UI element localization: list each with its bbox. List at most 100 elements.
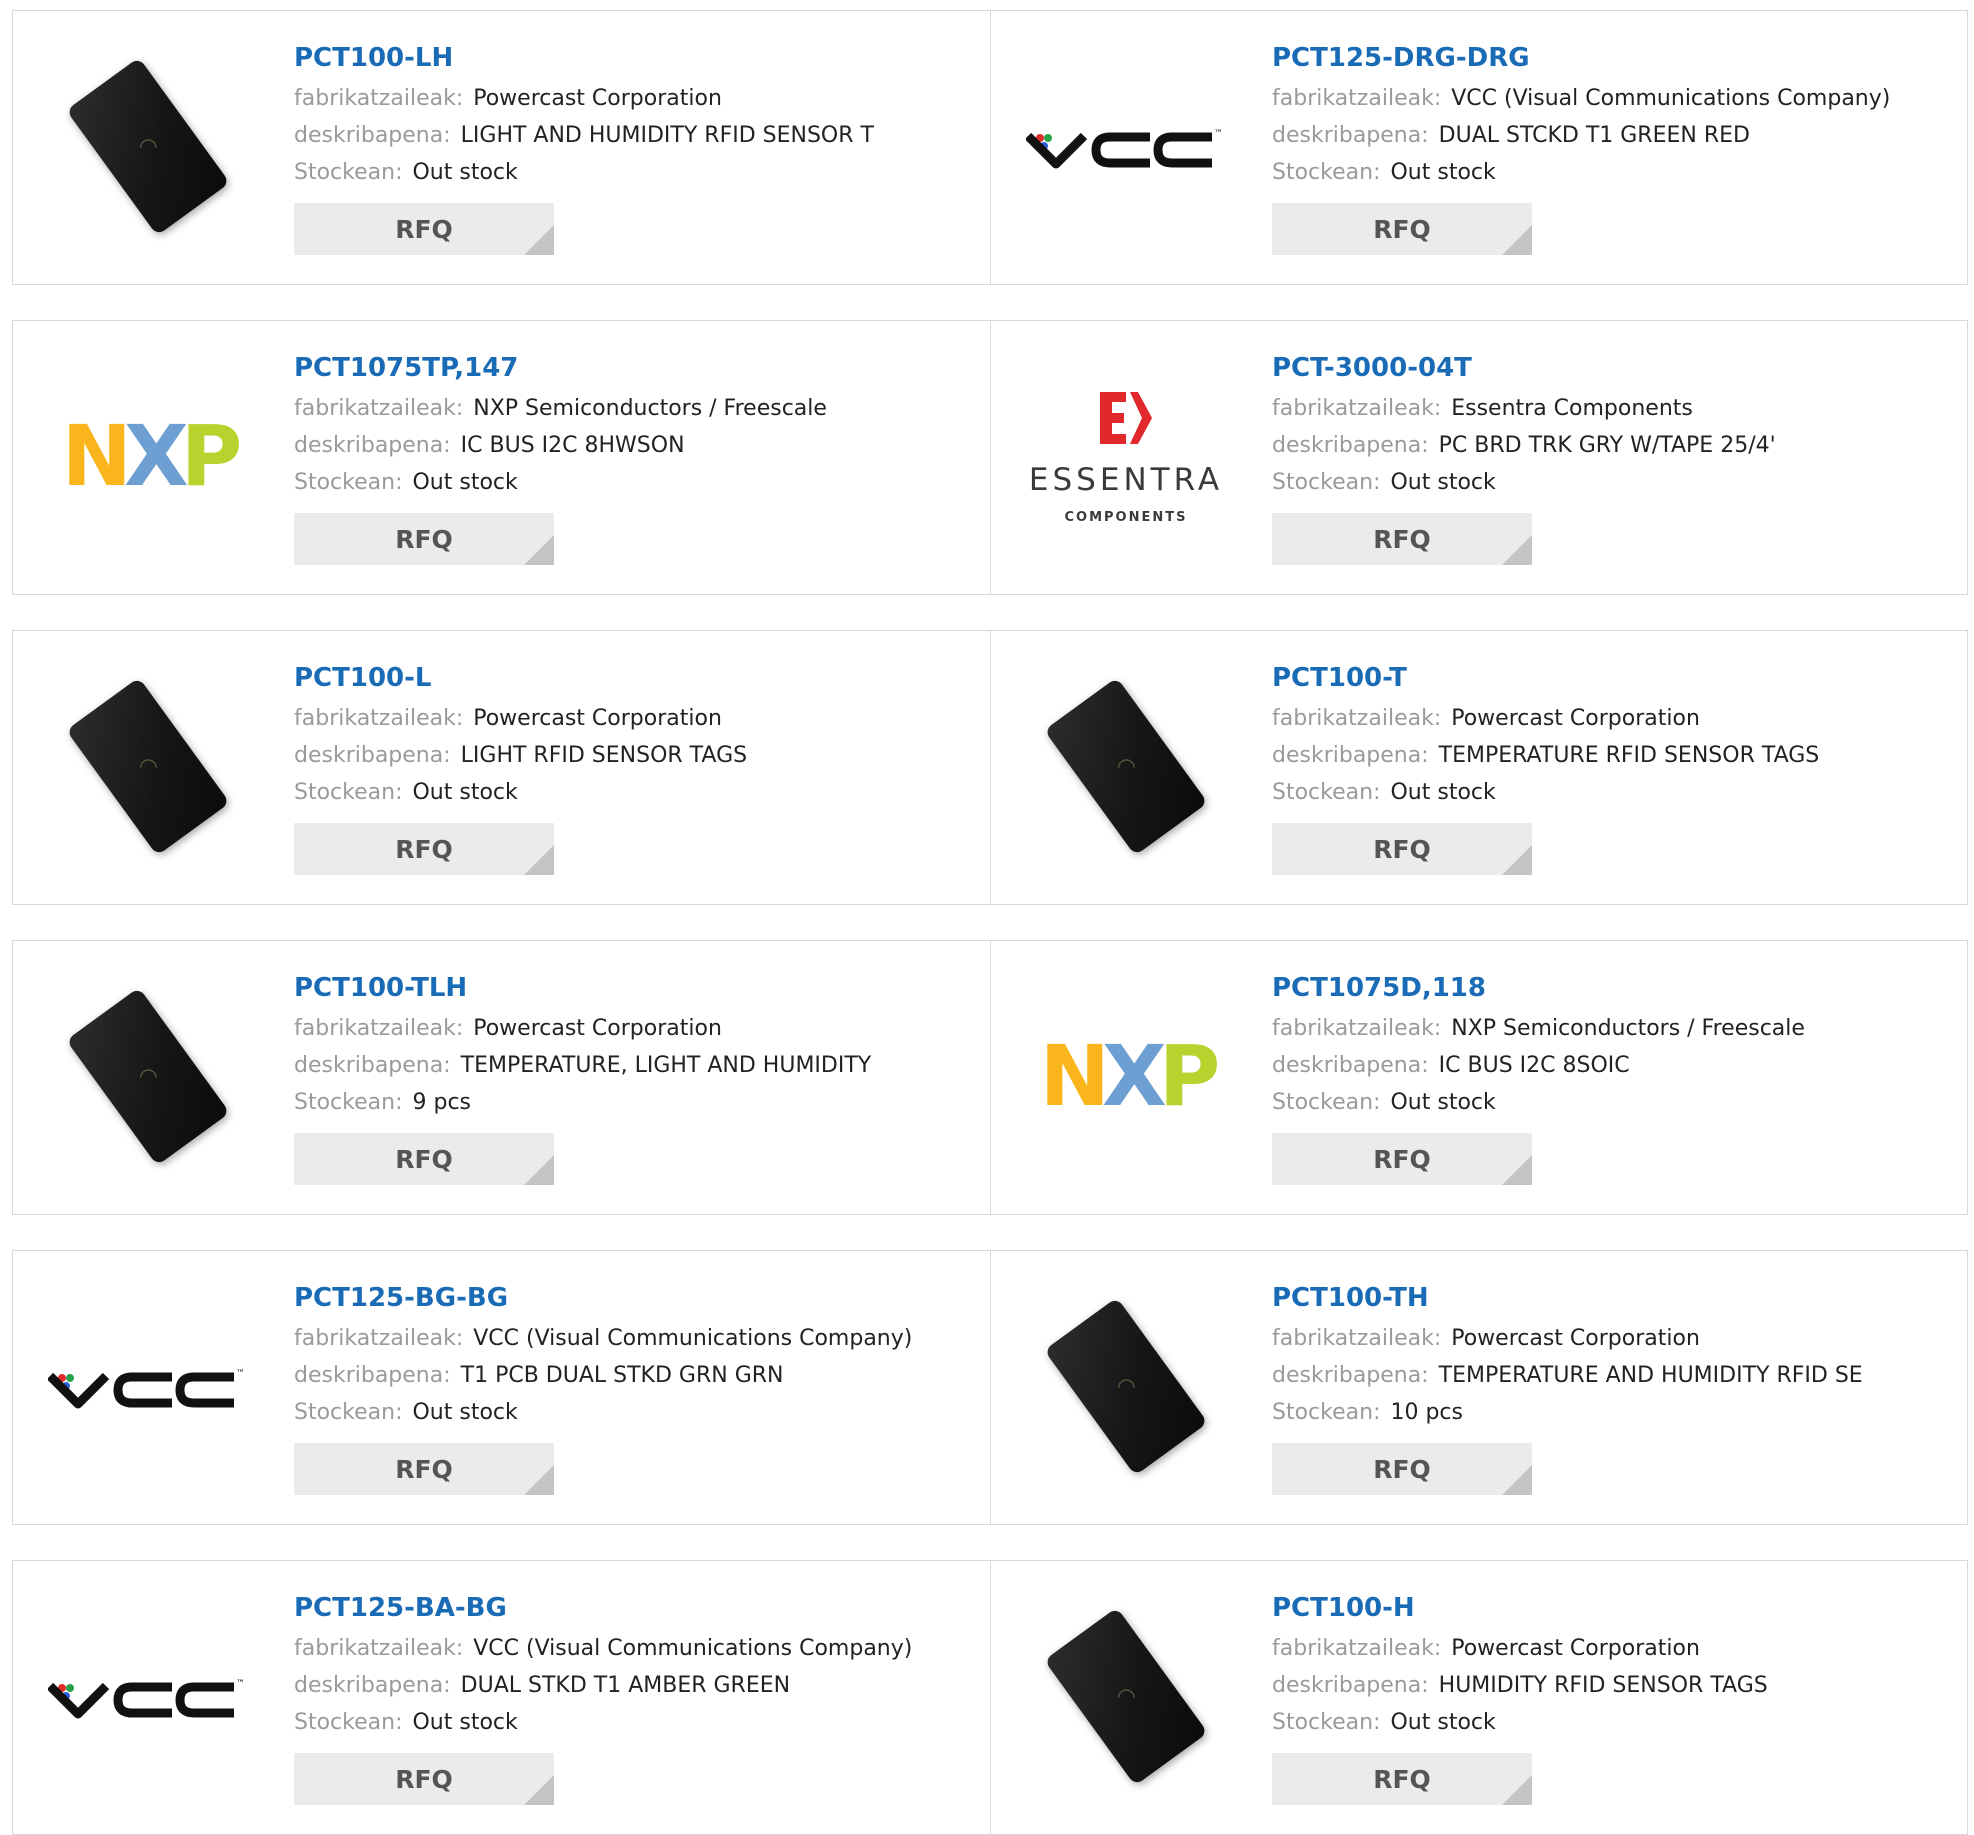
manufacturer-label: fabrikatzaileak:	[294, 1016, 464, 1041]
part-number-link[interactable]: PCT1075TP,147	[294, 351, 974, 385]
part-number-link[interactable]: PCT1075D,118	[1272, 971, 1952, 1005]
rfq-button[interactable]: RFQ	[294, 823, 554, 875]
product-image[interactable]: NXP	[43, 351, 253, 561]
product-image[interactable]: ™	[1021, 41, 1231, 251]
description-label: deskribapena:	[294, 433, 451, 458]
rfq-button[interactable]: RFQ	[294, 1133, 554, 1185]
rfq-button[interactable]: RFQ	[1272, 1753, 1532, 1805]
stock-label: Stockean:	[1272, 780, 1381, 805]
product-image[interactable]: NXP	[1021, 971, 1231, 1181]
product-info: PCT100-TLH fabrikatzaileak: Powercast Cor…	[294, 971, 974, 1185]
rfq-button[interactable]: RFQ	[1272, 513, 1532, 565]
product-card: ◠ PCT100-H fabrikatzaileak: Powercast Cor…	[990, 1561, 1967, 1834]
rfq-button[interactable]: RFQ	[294, 513, 554, 565]
rfq-button[interactable]: RFQ	[294, 203, 554, 255]
corner-triangle-icon	[524, 845, 554, 875]
stock-label: Stockean:	[1272, 1400, 1381, 1425]
rfq-button[interactable]: RFQ	[294, 1443, 554, 1495]
part-number-link[interactable]: PCT100-LH	[294, 41, 974, 75]
rfq-button[interactable]: RFQ	[294, 1753, 554, 1805]
corner-triangle-icon	[1502, 1465, 1532, 1495]
manufacturer-value: VCC (Visual Communications Company)	[473, 1326, 913, 1351]
stock-row: Stockean: Out stock	[1272, 464, 1952, 501]
product-image[interactable]: ◠	[1021, 1591, 1231, 1801]
rfq-label: RFQ	[1373, 524, 1431, 554]
rfq-button[interactable]: RFQ	[1272, 203, 1532, 255]
stock-label: Stockean:	[294, 470, 403, 495]
corner-triangle-icon	[524, 1775, 554, 1805]
rfq-button[interactable]: RFQ	[1272, 1133, 1532, 1185]
rfid-tag-image: ◠	[66, 676, 230, 856]
manufacturer-value: Powercast Corporation	[473, 1016, 722, 1041]
product-image[interactable]: ™	[43, 1281, 253, 1491]
rfq-label: RFQ	[395, 834, 453, 864]
product-info: PCT100-T fabrikatzaileak: Powercast Corpo…	[1272, 661, 1952, 875]
part-number-link[interactable]: PCT100-TLH	[294, 971, 974, 1005]
stock-label: Stockean:	[1272, 160, 1381, 185]
part-number-link[interactable]: PCT100-H	[1272, 1591, 1952, 1625]
description-label: deskribapena:	[1272, 1673, 1429, 1698]
product-card: NXP PCT1075TP,147 fabrikatzaileak: NXP Se…	[13, 321, 990, 594]
product-image[interactable]: ◠	[1021, 1281, 1231, 1491]
part-number-link[interactable]: PCT125-BA-BG	[294, 1591, 974, 1625]
product-info: PCT100-L fabrikatzaileak: Powercast Corpo…	[294, 661, 974, 875]
stock-row: Stockean: Out stock	[294, 774, 974, 811]
description-label: deskribapena:	[1272, 743, 1429, 768]
stock-row: Stockean: Out stock	[1272, 1084, 1952, 1121]
description-row: deskribapena: HUMIDITY RFID SENSOR TAGS	[1272, 1667, 1952, 1704]
stock-value: Out stock	[412, 160, 518, 185]
rfid-tag-image: ◠	[66, 56, 230, 236]
rfq-button[interactable]: RFQ	[1272, 823, 1532, 875]
manufacturer-value: VCC (Visual Communications Company)	[473, 1636, 913, 1661]
rfq-button[interactable]: RFQ	[1272, 1443, 1532, 1495]
product-image[interactable]: ◠	[1021, 661, 1231, 871]
stock-value: 10 pcs	[1390, 1400, 1463, 1425]
product-image[interactable]: ESSENTRA COMPONENTS	[1021, 351, 1231, 561]
manufacturer-value: Essentra Components	[1451, 396, 1693, 421]
product-card: ◠ PCT100-LH fabrikatzaileak: Powercast Co…	[13, 11, 990, 284]
corner-triangle-icon	[524, 1155, 554, 1185]
part-number-link[interactable]: PCT100-T	[1272, 661, 1952, 695]
product-info: PCT125-BA-BG fabrikatzaileak: VCC (Visual…	[294, 1591, 974, 1805]
product-card: ◠ PCT100-T fabrikatzaileak: Powercast Cor…	[990, 631, 1967, 904]
part-number-link[interactable]: PCT100-L	[294, 661, 974, 695]
manufacturer-value: Powercast Corporation	[1451, 1636, 1700, 1661]
svg-text:™: ™	[1214, 129, 1223, 139]
product-image[interactable]: ◠	[43, 41, 253, 251]
description-row: deskribapena: LIGHT AND HUMIDITY RFID SEN…	[294, 117, 974, 154]
product-card: NXP PCT1075D,118 fabrikatzaileak: NXP Sem…	[990, 941, 1967, 1214]
vcc-logo: ™	[48, 1679, 245, 1719]
product-image[interactable]: ™	[43, 1591, 253, 1801]
manufacturer-label: fabrikatzaileak:	[294, 396, 464, 421]
description-row: deskribapena: IC BUS I2C 8SOIC	[1272, 1047, 1952, 1084]
product-info: PCT1075TP,147 fabrikatzaileak: NXP Semico…	[294, 351, 974, 565]
product-card: ◠ PCT100-TLH fabrikatzaileak: Powercast C…	[13, 941, 990, 1214]
rfq-label: RFQ	[1373, 834, 1431, 864]
description-label: deskribapena:	[294, 1053, 451, 1078]
manufacturer-row: fabrikatzaileak: VCC (Visual Communicatio…	[294, 1630, 974, 1667]
manufacturer-row: fabrikatzaileak: Essentra Components	[1272, 390, 1952, 427]
product-row: ™ PCT125-BA-BG fabrikatzaileak: VCC (Visu…	[12, 1560, 1968, 1835]
product-info: PCT100-TH fabrikatzaileak: Powercast Corp…	[1272, 1281, 1952, 1495]
product-info: PCT100-H fabrikatzaileak: Powercast Corpo…	[1272, 1591, 1952, 1805]
part-number-link[interactable]: PCT125-BG-BG	[294, 1281, 974, 1315]
rfid-tag-image: ◠	[66, 986, 230, 1166]
stock-value: Out stock	[1390, 1710, 1496, 1735]
product-image[interactable]: ◠	[43, 971, 253, 1181]
stock-row: Stockean: Out stock	[294, 1704, 974, 1741]
manufacturer-value: VCC (Visual Communications Company)	[1451, 86, 1891, 111]
stock-row: Stockean: Out stock	[294, 464, 974, 501]
part-number-link[interactable]: PCT-3000-04T	[1272, 351, 1952, 385]
manufacturer-value: NXP Semiconductors / Freescale	[473, 396, 827, 421]
stock-row: Stockean: Out stock	[1272, 774, 1952, 811]
description-value: TEMPERATURE, LIGHT AND HUMIDITY	[460, 1053, 872, 1078]
essentra-subtitle: COMPONENTS	[1064, 509, 1188, 525]
part-number-link[interactable]: PCT100-TH	[1272, 1281, 1952, 1315]
rfid-tag-image: ◠	[1044, 1296, 1208, 1476]
manufacturer-value: Powercast Corporation	[473, 86, 722, 111]
product-image[interactable]: ◠	[43, 661, 253, 871]
stock-row: Stockean: Out stock	[294, 1394, 974, 1431]
part-number-link[interactable]: PCT125-DRG-DRG	[1272, 41, 1952, 75]
product-card: ◠ PCT100-L fabrikatzaileak: Powercast Cor…	[13, 631, 990, 904]
product-card: ◠ PCT100-TH fabrikatzaileak: Powercast Co…	[990, 1251, 1967, 1524]
